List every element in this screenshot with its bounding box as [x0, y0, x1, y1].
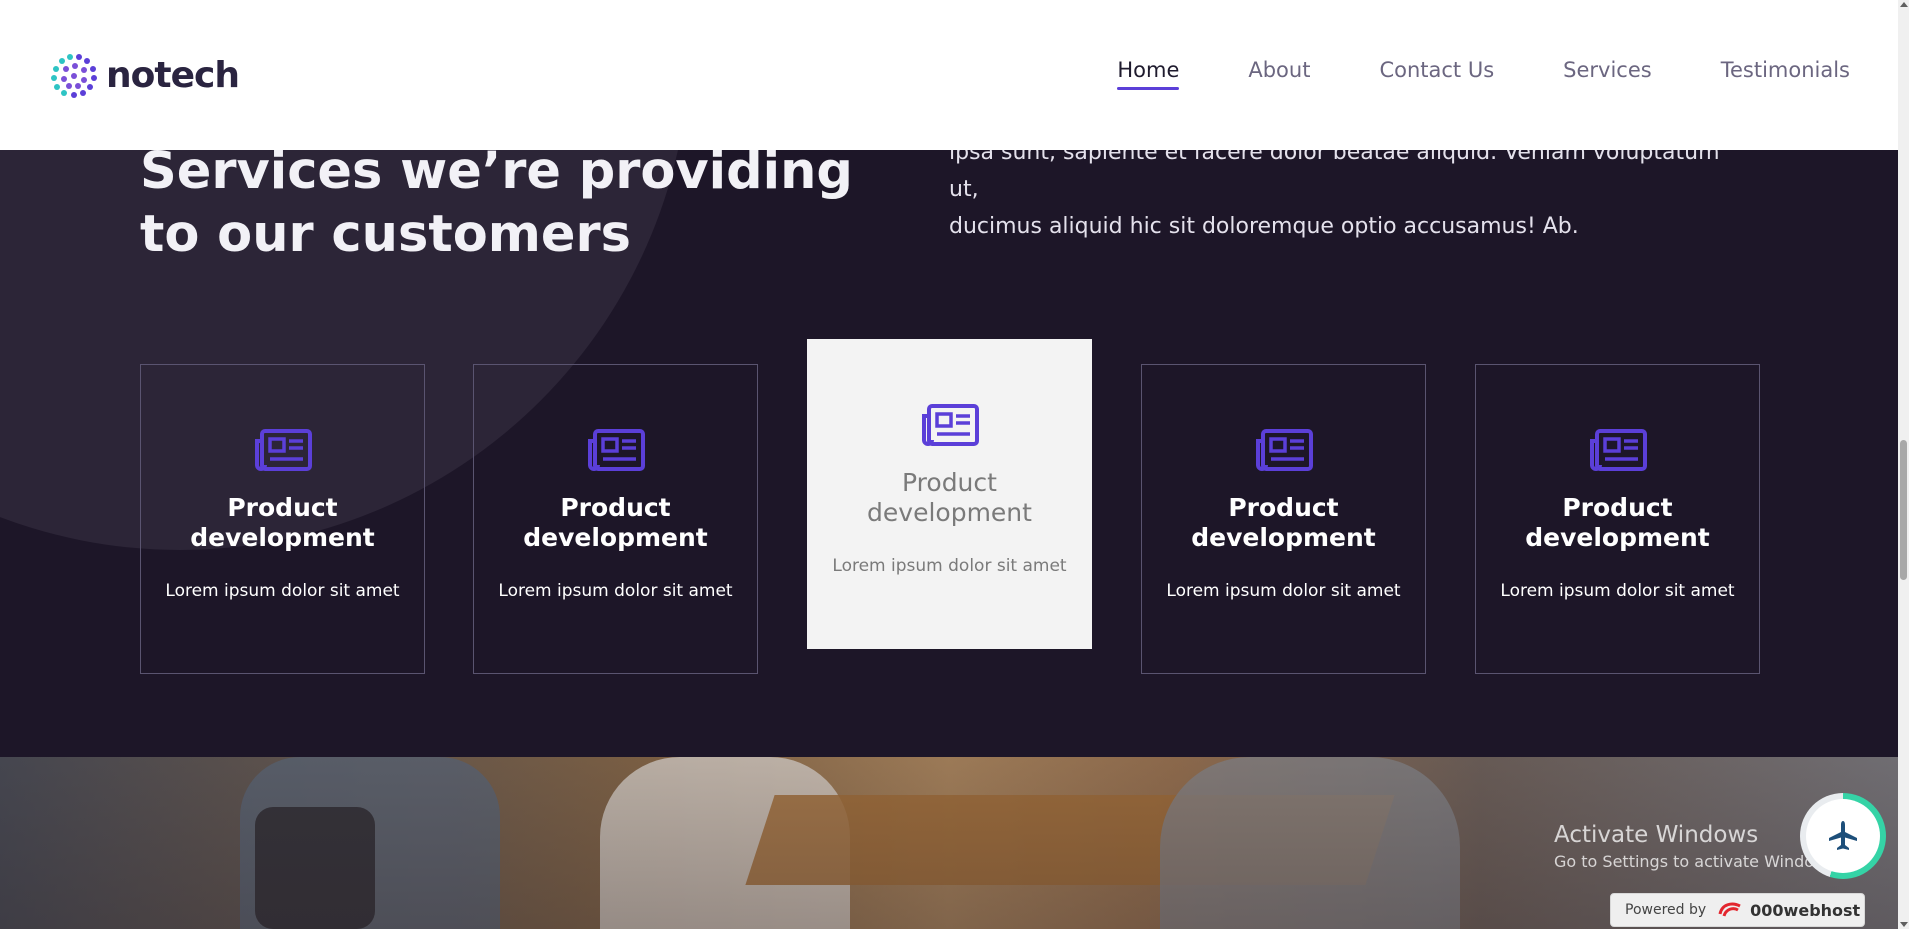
- logo-globe-icon: [51, 54, 97, 98]
- airplane-icon: [1829, 821, 1857, 850]
- heading-line-1: Services we’re providing: [140, 150, 853, 201]
- heading-line-2: to our customers: [140, 205, 631, 264]
- logo[interactable]: notech: [48, 49, 240, 101]
- card-title-line-2: development: [523, 523, 708, 552]
- card-title: Product development: [474, 493, 757, 553]
- scrollbar[interactable]: [1898, 0, 1909, 929]
- activate-subtitle: Go to Settings to activate Windows.: [1554, 852, 1841, 871]
- card-title: Product development: [1142, 493, 1425, 553]
- services-heading: Services we’re providing to our customer…: [140, 150, 853, 266]
- card-text: Lorem ipsum dolor sit amet: [832, 556, 1067, 576]
- powered-by-badge[interactable]: Powered by 000webhost: [1610, 893, 1865, 927]
- newspaper-icon: [587, 429, 645, 471]
- newspaper-icon: [254, 429, 312, 471]
- card-title-line-2: development: [1525, 523, 1710, 552]
- scroll-thumb[interactable]: [1900, 440, 1907, 580]
- card-title-line-1: Product: [560, 493, 671, 522]
- service-card-highlighted[interactable]: Product development Lorem ipsum dolor si…: [807, 339, 1092, 649]
- services-section: Services we’re providing to our customer…: [0, 150, 1898, 757]
- card-title-line-2: development: [190, 523, 375, 552]
- service-card[interactable]: Product development Lorem ipsum dolor si…: [473, 364, 758, 674]
- card-text: Lorem ipsum dolor sit amet: [165, 581, 400, 601]
- service-card[interactable]: Product development Lorem ipsum dolor si…: [140, 364, 425, 674]
- card-title-line-1: Product: [227, 493, 338, 522]
- scroll-down-arrow-icon[interactable]: [1900, 922, 1908, 927]
- card-title: Product development: [141, 493, 424, 553]
- powered-brand: 000webhost: [1750, 900, 1861, 920]
- nav-testimonials[interactable]: Testimonials: [1721, 58, 1850, 90]
- card-text: Lorem ipsum dolor sit amet: [1166, 581, 1401, 601]
- nav-contact-us[interactable]: Contact Us: [1379, 58, 1494, 90]
- floating-action-button[interactable]: [1800, 793, 1886, 879]
- card-text: Lorem ipsum dolor sit amet: [498, 581, 733, 601]
- nav-home[interactable]: Home: [1117, 58, 1180, 90]
- card-title-line-2: development: [867, 498, 1032, 527]
- card-title-line-1: Product: [1562, 493, 1673, 522]
- site-header: notech Home About Contact Us Services Te…: [0, 0, 1898, 150]
- intro-line-2: ducimus aliquid hic sit doloremque optio…: [949, 214, 1579, 239]
- powered-label: Powered by: [1625, 902, 1707, 918]
- newspaper-icon: [1589, 429, 1647, 471]
- card-title-line-2: development: [1191, 523, 1376, 552]
- card-text: Lorem ipsum dolor sit amet: [1500, 581, 1735, 601]
- logo-text: notech: [106, 54, 240, 96]
- newspaper-icon: [921, 404, 979, 446]
- services-intro: ipsa sunt, sapiente et facere dolor beat…: [949, 150, 1749, 245]
- nav-services[interactable]: Services: [1563, 58, 1652, 90]
- service-card[interactable]: Product development Lorem ipsum dolor si…: [1141, 364, 1426, 674]
- webhost-logo-icon: [1718, 902, 1741, 917]
- service-card[interactable]: Product development Lorem ipsum dolor si…: [1475, 364, 1760, 674]
- main-nav: Home About Contact Us Services Testimoni…: [1048, 58, 1850, 90]
- card-title: Product development: [1476, 493, 1759, 553]
- card-title-line-1: Product: [1228, 493, 1339, 522]
- card-title: Product development: [808, 468, 1091, 528]
- card-title-line-1: Product: [902, 468, 997, 497]
- nav-about[interactable]: About: [1248, 58, 1310, 90]
- activate-title: Activate Windows: [1554, 822, 1759, 848]
- fab-inner: [1806, 799, 1880, 873]
- newspaper-icon: [1255, 429, 1313, 471]
- scroll-up-arrow-icon[interactable]: [1900, 2, 1908, 7]
- activate-windows-watermark: Activate Windows Go to Settings to activ…: [1554, 822, 1841, 871]
- intro-line-1: ipsa sunt, sapiente et facere dolor beat…: [949, 150, 1720, 202]
